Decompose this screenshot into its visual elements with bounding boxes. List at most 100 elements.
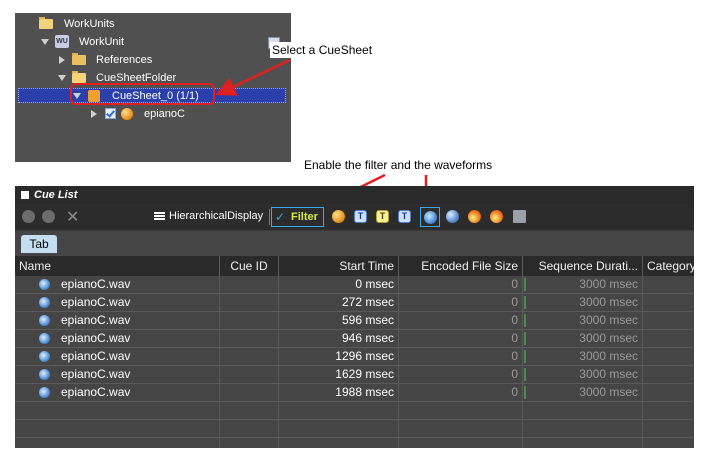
cue-name-text: epianoC.wav [61, 295, 131, 309]
waveform-file-icon [39, 333, 50, 344]
cell-start-time [279, 438, 399, 448]
duration-marker [524, 386, 526, 399]
text-alt-filter-icon[interactable]: T [398, 210, 411, 223]
table-row[interactable]: epianoC.wav 1629 msec 0 3000 msec [15, 366, 694, 384]
cell-name: epianoC.wav [15, 384, 220, 401]
column-header-name[interactable]: Name [15, 256, 220, 276]
table-row[interactable]: epianoC.wav 0 msec 0 3000 msec [15, 276, 694, 294]
cell-encoded-size-text: 0 [511, 385, 518, 399]
column-header-cue-id[interactable]: Cue ID [220, 256, 279, 276]
column-header-category[interactable]: Category [643, 256, 694, 276]
cell-name: epianoC.wav [15, 294, 220, 311]
cell-duration-text: 3000 msec [579, 313, 638, 327]
cell-name [15, 402, 220, 419]
sphere-filter-icon[interactable] [446, 210, 459, 223]
move-up-icon[interactable] [22, 210, 35, 223]
cell-cue-id [220, 438, 279, 448]
waveform-file-icon [39, 315, 50, 326]
table-row[interactable]: epianoC.wav 1988 msec 0 3000 msec [15, 384, 694, 402]
cell-start-time: 1988 msec [279, 384, 399, 401]
cell-name [15, 438, 220, 448]
cell-start-time-text: 946 msec [341, 331, 394, 345]
delete-icon[interactable]: ✕ [66, 207, 79, 227]
cell-cue-id [220, 366, 279, 383]
filter-label: Filter [291, 211, 318, 223]
tree-item-references[interactable]: References [15, 51, 285, 69]
cell-encoded-size [399, 402, 523, 419]
cell-encoded-size: 0 [399, 348, 523, 365]
collapse-arrow-icon[interactable] [59, 56, 65, 64]
cell-category [643, 312, 694, 329]
cell-encoded-size: 0 [399, 366, 523, 383]
effect-alt-filter-icon[interactable] [490, 210, 503, 223]
expand-arrow-icon[interactable] [41, 39, 49, 45]
tab-main[interactable]: Tab [21, 235, 57, 253]
duration-marker [524, 368, 526, 381]
collapse-arrow-icon[interactable] [91, 110, 97, 118]
cell-cue-id [220, 384, 279, 401]
cell-duration [523, 420, 643, 437]
cell-name: epianoC.wav [15, 366, 220, 383]
text-highlight-filter-icon[interactable]: T [376, 210, 389, 223]
cue-name-text: epianoC.wav [61, 313, 131, 327]
cue-filter-icon[interactable] [332, 210, 345, 223]
text-filter-icon[interactable]: T [354, 210, 367, 223]
hierarchical-display-button[interactable]: HierarchicalDisplay [169, 210, 263, 222]
cell-start-time-text: 1296 msec [335, 349, 394, 363]
cue-name-text: epianoC.wav [61, 367, 131, 381]
workunit-icon: WU [55, 35, 69, 48]
cell-category [643, 420, 694, 437]
tree-item-workunit[interactable]: WU WorkUnit [15, 33, 285, 51]
cell-encoded-size: 0 [399, 330, 523, 347]
cell-start-time: 946 msec [279, 330, 399, 347]
table-row-empty[interactable] [15, 438, 694, 448]
cell-start-time-text: 596 msec [341, 313, 394, 327]
tree-item-label: References [96, 54, 153, 66]
cell-duration [523, 402, 643, 419]
cell-start-time-text: 1988 msec [335, 385, 394, 399]
table-row-empty[interactable] [15, 402, 694, 420]
cell-duration: 3000 msec [523, 312, 643, 329]
column-header-encoded-size[interactable]: Encoded File Size [399, 256, 523, 276]
tree-item-cue-epianoc[interactable]: epianoC [15, 105, 285, 123]
cell-encoded-size: 0 [399, 384, 523, 401]
cell-encoded-size-text: 0 [511, 331, 518, 345]
tree-item-workunits[interactable]: WorkUnits [15, 15, 285, 33]
filter-toggle-button[interactable]: ✓ Filter [271, 207, 324, 227]
waveform-toggle-button[interactable] [420, 207, 440, 227]
cue-name-text: epianoC.wav [61, 385, 131, 399]
table-row[interactable]: epianoC.wav 946 msec 0 3000 msec [15, 330, 694, 348]
table-row[interactable]: epianoC.wav 272 msec 0 3000 msec [15, 294, 694, 312]
expand-arrow-icon[interactable] [58, 75, 66, 81]
waveform-file-icon [39, 387, 50, 398]
cue-grid-header: Name Cue ID Start Time Encoded File Size… [15, 256, 694, 276]
tree-item-label: WorkUnits [64, 18, 115, 30]
cell-duration-text: 3000 msec [579, 385, 638, 399]
cell-encoded-size [399, 420, 523, 437]
enable-filter-callout: Enable the filter and the waveforms [304, 158, 493, 172]
cell-name: epianoC.wav [15, 330, 220, 347]
cue-list-title: Cue List [34, 189, 78, 201]
checkbox-icon[interactable] [105, 108, 116, 119]
cell-encoded-size-text: 0 [511, 349, 518, 363]
cell-duration: 3000 msec [523, 330, 643, 347]
table-row-empty[interactable] [15, 420, 694, 438]
cue-icon [121, 108, 133, 120]
effect-filter-icon[interactable] [468, 210, 481, 223]
column-header-start-time[interactable]: Start Time [279, 256, 399, 276]
hierarchical-display-icon[interactable] [154, 212, 165, 221]
cell-duration-text: 3000 msec [579, 367, 638, 381]
cue-list-toolbar: ✕ HierarchicalDisplay ✓ Filter T T T [15, 204, 694, 230]
cue-list-panel: Cue List ✕ HierarchicalDisplay ✓ Filter … [15, 186, 694, 448]
cell-start-time [279, 420, 399, 437]
column-header-sequence-duration[interactable]: Sequence Durati... [523, 256, 643, 276]
table-row[interactable]: epianoC.wav 1296 msec 0 3000 msec [15, 348, 694, 366]
folder-filter-icon[interactable] [513, 210, 526, 223]
table-row[interactable]: epianoC.wav 596 msec 0 3000 msec [15, 312, 694, 330]
panel-square-icon [21, 191, 29, 199]
cell-duration-text: 3000 msec [579, 349, 638, 363]
cell-name [15, 420, 220, 437]
waveform-file-icon [39, 351, 50, 362]
cell-duration-text: 3000 msec [579, 331, 638, 345]
move-down-icon[interactable] [42, 210, 55, 223]
